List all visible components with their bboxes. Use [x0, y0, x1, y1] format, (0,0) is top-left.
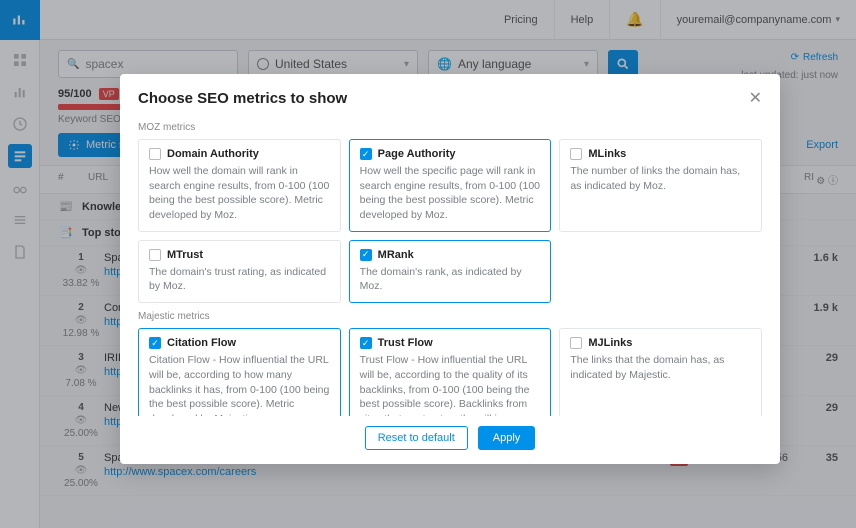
modal-body: MOZ metrics Domain Authority How well the… — [120, 114, 780, 416]
metric-head: MTrust — [149, 249, 330, 261]
metric-desc: The links that the domain has, as indica… — [570, 353, 751, 382]
modal-footer: Reset to default Apply — [120, 416, 780, 464]
metric-checkbox[interactable]: ✓ — [360, 148, 372, 160]
metric-title: MTrust — [167, 249, 203, 261]
metric-card[interactable]: Domain Authority How well the domain will… — [138, 139, 341, 232]
metric-card[interactable]: ✓ MRank The domain's rank, as indicated by… — [349, 240, 552, 303]
metric-card[interactable]: MJLinks The links that the domain has, as… — [559, 328, 762, 416]
metric-title: MLinks — [588, 148, 626, 160]
apply-button[interactable]: Apply — [478, 426, 536, 450]
metric-desc: The domain's trust rating, as indicated … — [149, 265, 330, 294]
metric-checkbox[interactable] — [149, 148, 161, 160]
moz-section-label: MOZ metrics — [138, 114, 762, 139]
metric-title: MJLinks — [588, 337, 632, 349]
modal-close-button[interactable]: ✕ — [749, 88, 762, 108]
modal-header: Choose SEO metrics to show ✕ — [120, 74, 780, 114]
metric-title: Trust Flow — [378, 337, 433, 349]
metric-checkbox[interactable]: ✓ — [149, 337, 161, 349]
metric-desc: Citation Flow - How influential the URL … — [149, 353, 330, 416]
metric-card[interactable]: MLinks The number of links the domain has… — [559, 139, 762, 232]
metric-title: MRank — [378, 249, 414, 261]
metric-title: Citation Flow — [167, 337, 236, 349]
metric-title: Page Authority — [378, 148, 456, 160]
metric-card[interactable]: ✓ Citation Flow Citation Flow - How influe… — [138, 328, 341, 416]
metric-desc: Trust Flow - How influential the URL wil… — [360, 353, 541, 416]
metric-checkbox[interactable] — [570, 337, 582, 349]
modal-title: Choose SEO metrics to show — [138, 90, 749, 107]
metric-checkbox[interactable] — [570, 148, 582, 160]
metric-card[interactable]: MTrust The domain's trust rating, as indi… — [138, 240, 341, 303]
majestic-section-label: Majestic metrics — [138, 303, 762, 328]
metric-head: ✓ Page Authority — [360, 148, 541, 160]
metric-head: ✓ MRank — [360, 249, 541, 261]
metric-desc: How well the domain will rank in search … — [149, 164, 330, 223]
reset-button[interactable]: Reset to default — [365, 426, 468, 450]
metric-head: MJLinks — [570, 337, 751, 349]
metric-desc: The number of links the domain has, as i… — [570, 164, 751, 193]
metric-card[interactable]: ✓ Page Authority How well the specific pag… — [349, 139, 552, 232]
metric-checkbox[interactable]: ✓ — [360, 337, 372, 349]
metric-head: Domain Authority — [149, 148, 330, 160]
metric-head: ✓ Citation Flow — [149, 337, 330, 349]
metric-title: Domain Authority — [167, 148, 259, 160]
metric-checkbox[interactable] — [149, 249, 161, 261]
metric-head: MLinks — [570, 148, 751, 160]
metric-head: ✓ Trust Flow — [360, 337, 541, 349]
metric-checkbox[interactable]: ✓ — [360, 249, 372, 261]
metric-card[interactable]: ✓ Trust Flow Trust Flow - How influential … — [349, 328, 552, 416]
metric-desc: How well the specific page will rank in … — [360, 164, 541, 223]
metric-desc: The domain's rank, as indicated by Moz. — [360, 265, 541, 294]
seo-metrics-modal: Choose SEO metrics to show ✕ MOZ metrics… — [120, 74, 780, 464]
